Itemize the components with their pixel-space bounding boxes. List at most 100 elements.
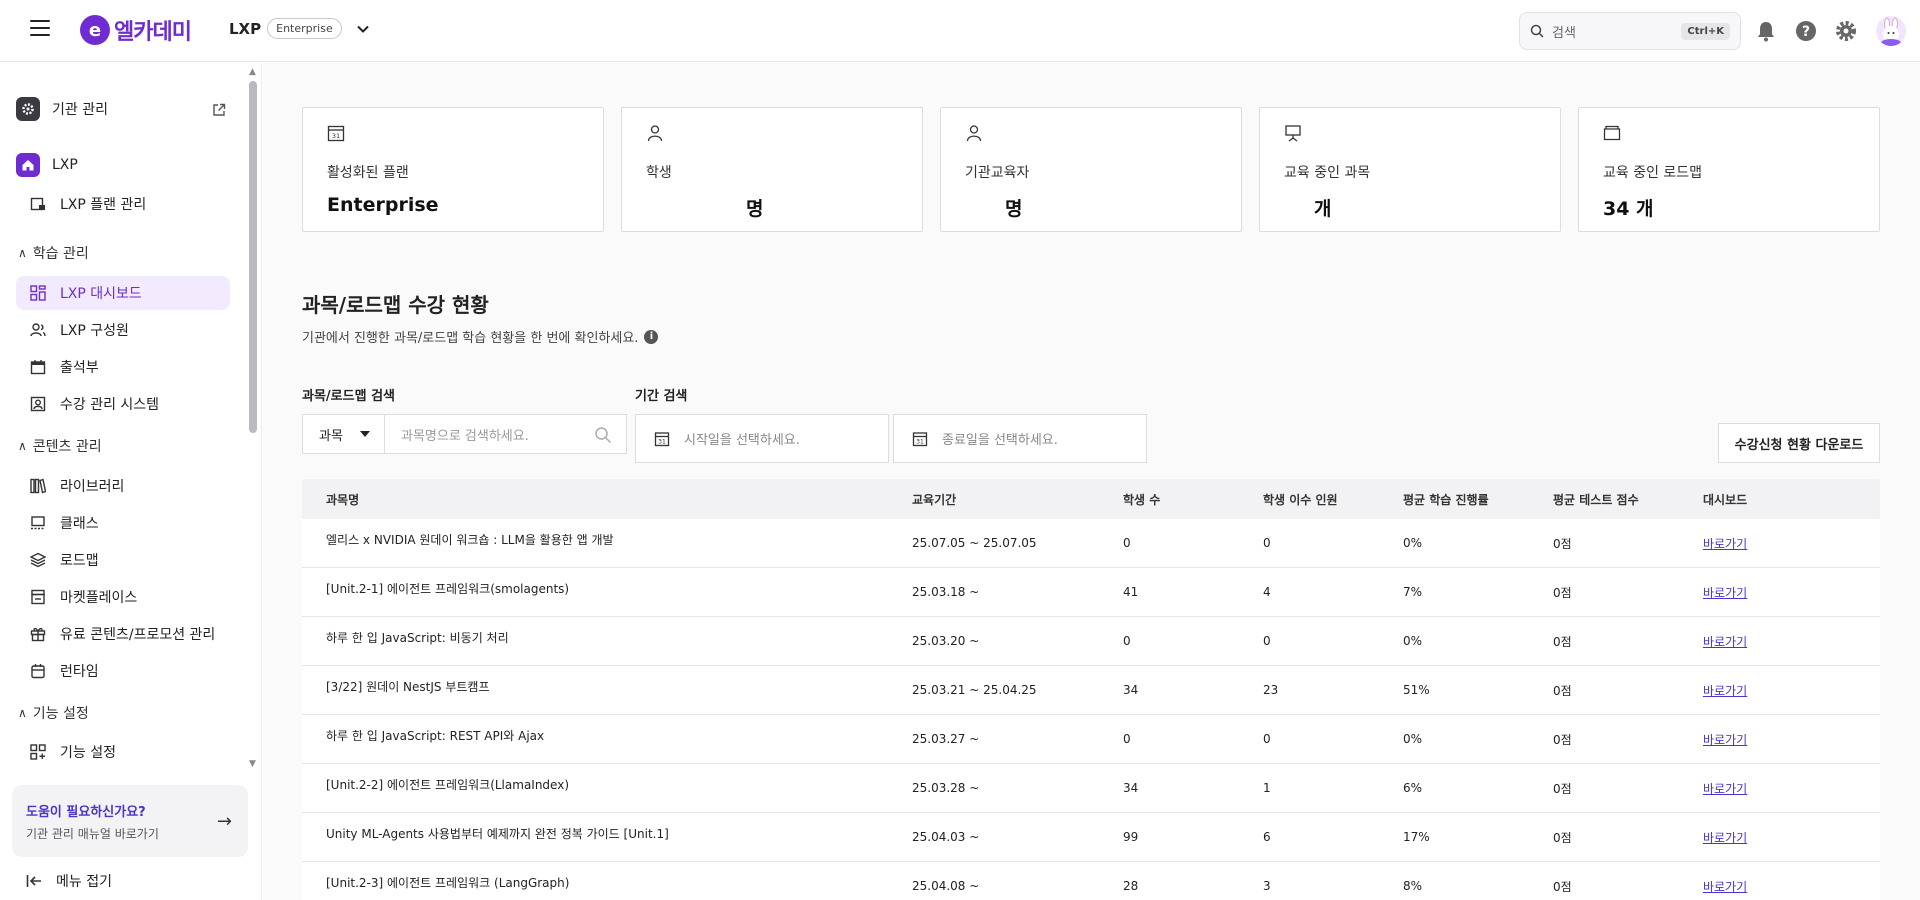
table-cell-wrapper: 바로가기 [1703,682,1880,699]
help-icon[interactable]: ? [1794,19,1818,43]
start-date-input[interactable]: 31 시작일을 선택하세요. [635,414,889,463]
dashboard-link[interactable]: 바로가기 [1703,782,1747,796]
collapse-label: 메뉴 접기 [56,874,112,890]
table-row[interactable]: [Unit.2-2] 에이전트 프레임워크(LlamaIndex) 25.03.2… [302,764,1880,813]
sidebar-item-lxp-dashboard[interactable]: LXP 대시보드 [16,276,230,310]
table-cell: 25.04.08 ~ [912,879,980,893]
table-row[interactable]: 하루 한 입 JavaScript: REST API와 Ajax 25.03.2… [302,715,1880,764]
sidebar-item-lxp-plan[interactable]: LXP 플랜 관리 [16,187,230,221]
table-cell-wrapper: 하루 한 입 JavaScript: REST API와 Ajax [302,715,912,744]
sidebar-item-roadmap[interactable]: 로드맵 [16,543,230,577]
course-search-input[interactable]: 과목명으로 검색하세요. [385,414,627,454]
product-switcher[interactable]: LXP Enterprise [229,18,370,39]
table-row[interactable]: [3/22] 원데이 NestJS 부트캠프 25.03.21 ~ 25.04.2… [302,666,1880,715]
scroll-up-arrow[interactable]: ▲ [249,67,256,77]
download-enrollment-button[interactable]: 수강신청 현황 다운로드 [1718,423,1880,463]
help-banner[interactable]: 도움이 필요하신가요? 기관 관리 매뉴얼 바로가기 → [12,785,248,857]
table-cell-wrapper: 17% [1403,830,1553,844]
end-date-input[interactable]: 31 종료일을 선택하세요. [893,414,1147,463]
sidebar-item-marketplace[interactable]: 마켓플레이스 [16,580,230,614]
sidebar-item-label: LXP 대시보드 [60,286,142,302]
table-cell: 25.03.27 ~ [912,732,980,746]
table-cell-wrapper: 51% [1403,683,1553,697]
gear-icon[interactable] [1834,19,1858,43]
table-cell-wrapper: 34 [1123,781,1263,795]
help-subtitle: 기관 관리 매뉴얼 바로가기 [26,827,159,841]
sidebar-item-enrollment-system[interactable]: 수강 관리 시스템 [16,387,230,421]
table-row[interactable]: [Unit.2-1] 에이전트 프레임워크(smolagents) 25.03.1… [302,568,1880,617]
dashboard-link[interactable]: 바로가기 [1703,831,1747,845]
section-content[interactable]: ∧ 콘텐츠 관리 [18,436,102,456]
sidebar-item-feature-settings[interactable]: 기능 설정 [16,735,230,769]
scroll-thumb[interactable] [249,81,257,433]
logo-mark: e [80,15,110,45]
table-cell-wrapper: 25.07.05 ~ 25.07.05 [912,536,1123,550]
calendar-lock-icon [30,196,46,212]
table-cell-wrapper: 25.03.18 ~ [912,585,1123,599]
calendar-icon: 31 [654,431,670,446]
avatar[interactable] [1876,16,1906,46]
sidebar-org-admin[interactable]: 기관 관리 [16,91,230,127]
info-icon[interactable]: i [644,329,659,344]
dashboard-link[interactable]: 바로가기 [1703,880,1747,894]
class-icon [30,515,46,531]
table-cell: 23 [1263,683,1279,697]
logo[interactable]: e 엘카데미 [80,14,192,46]
table-cell-wrapper: 34 [1123,683,1263,697]
table-row[interactable]: 엘리스 x NVIDIA 원데이 워크숍 : LLM을 활용한 앱 개발 25.0… [302,519,1880,568]
table-cell-wrapper: 3 [1263,879,1403,893]
sidebar-org-admin-label: 기관 관리 [52,102,108,118]
gift-icon [30,626,46,642]
section-learning[interactable]: ∧ 학습 관리 [18,243,89,263]
search-input[interactable]: 검색 Ctrl+K [1519,12,1741,50]
sidebar-item-library[interactable]: 라이브러리 [16,469,230,503]
menu-icon[interactable] [30,20,50,40]
scroll-down-arrow[interactable]: ▼ [249,759,256,769]
table-cell-wrapper: 0 [1123,732,1263,746]
column-header: 대시보드 [1703,492,1748,507]
sidebar-item-runtime[interactable]: 런타임 [16,654,230,688]
dashboard-link[interactable]: 바로가기 [1703,537,1747,551]
stat-value: Enterprise [327,194,439,216]
dashboard-link[interactable]: 바로가기 [1703,733,1747,747]
table-cell: 25.04.03 ~ [912,830,980,844]
external-link-icon[interactable] [212,103,226,117]
stat-card-students: 학생 명 [621,107,923,232]
sidebar-item-class[interactable]: 클래스 [16,506,230,540]
table-cell-wrapper: 6% [1403,781,1553,795]
sidebar-item-paid-content[interactable]: 유료 콘텐츠/프로모션 관리 [16,617,230,651]
table-row[interactable]: [Unit.2-3] 에이전트 프레임워크 (LangGraph) 25.04.0… [302,862,1880,900]
table-cell-wrapper: 바로가기 [1703,829,1880,846]
table-cell: 28 [1123,879,1139,893]
collapse-menu-button[interactable]: 메뉴 접기 [26,871,112,891]
chevron-up-icon: ∧ [18,439,27,453]
table-row[interactable]: Unity ML-Agents 사용법부터 예제까지 완전 정복 가이드 [Un… [302,813,1880,862]
sidebar-item-lxp-members[interactable]: LXP 구성원 [16,313,230,347]
plan-badge: Enterprise [267,18,342,39]
dashboard-link[interactable]: 바로가기 [1703,684,1747,698]
table-cell-wrapper: 바로가기 [1703,780,1880,797]
stat-label: 학생 [646,165,672,181]
sidebar-lxp[interactable]: LXP [16,147,230,183]
table-cell-wrapper: 25.03.21 ~ 25.04.25 [912,683,1123,697]
dashboard-link[interactable]: 바로가기 [1703,635,1747,649]
table-cell: 6% [1403,781,1423,795]
marketplace-icon [30,589,46,605]
table-cell: 엘리스 x NVIDIA 원데이 워크숍 : LLM을 활용한 앱 개발 [326,533,614,547]
sidebar-item-label: 마켓플레이스 [60,590,138,606]
members-icon [30,322,46,338]
table-row[interactable]: 하루 한 입 JavaScript: 비동기 처리 25.03.20 ~ 0 0 0% 0… [302,617,1880,666]
table-cell: 0 [1123,536,1131,550]
search-type-select[interactable]: 과목 [302,414,385,454]
sidebar-item-label: 라이브러리 [60,479,125,495]
sidebar-item-label: 기능 설정 [60,745,116,761]
sidebar-scrollbar[interactable]: ▲ ▼ [248,67,258,769]
sidebar-item-attendance[interactable]: 출석부 [16,350,230,384]
section-features[interactable]: ∧ 기능 설정 [18,703,89,723]
search-icon[interactable] [594,426,612,444]
table-cell: 34 [1123,781,1139,795]
dashboard-link[interactable]: 바로가기 [1703,586,1747,600]
table-cell-wrapper: 6 [1263,830,1403,844]
bell-icon[interactable] [1754,19,1778,43]
search-placeholder: 검색 [1552,25,1576,41]
